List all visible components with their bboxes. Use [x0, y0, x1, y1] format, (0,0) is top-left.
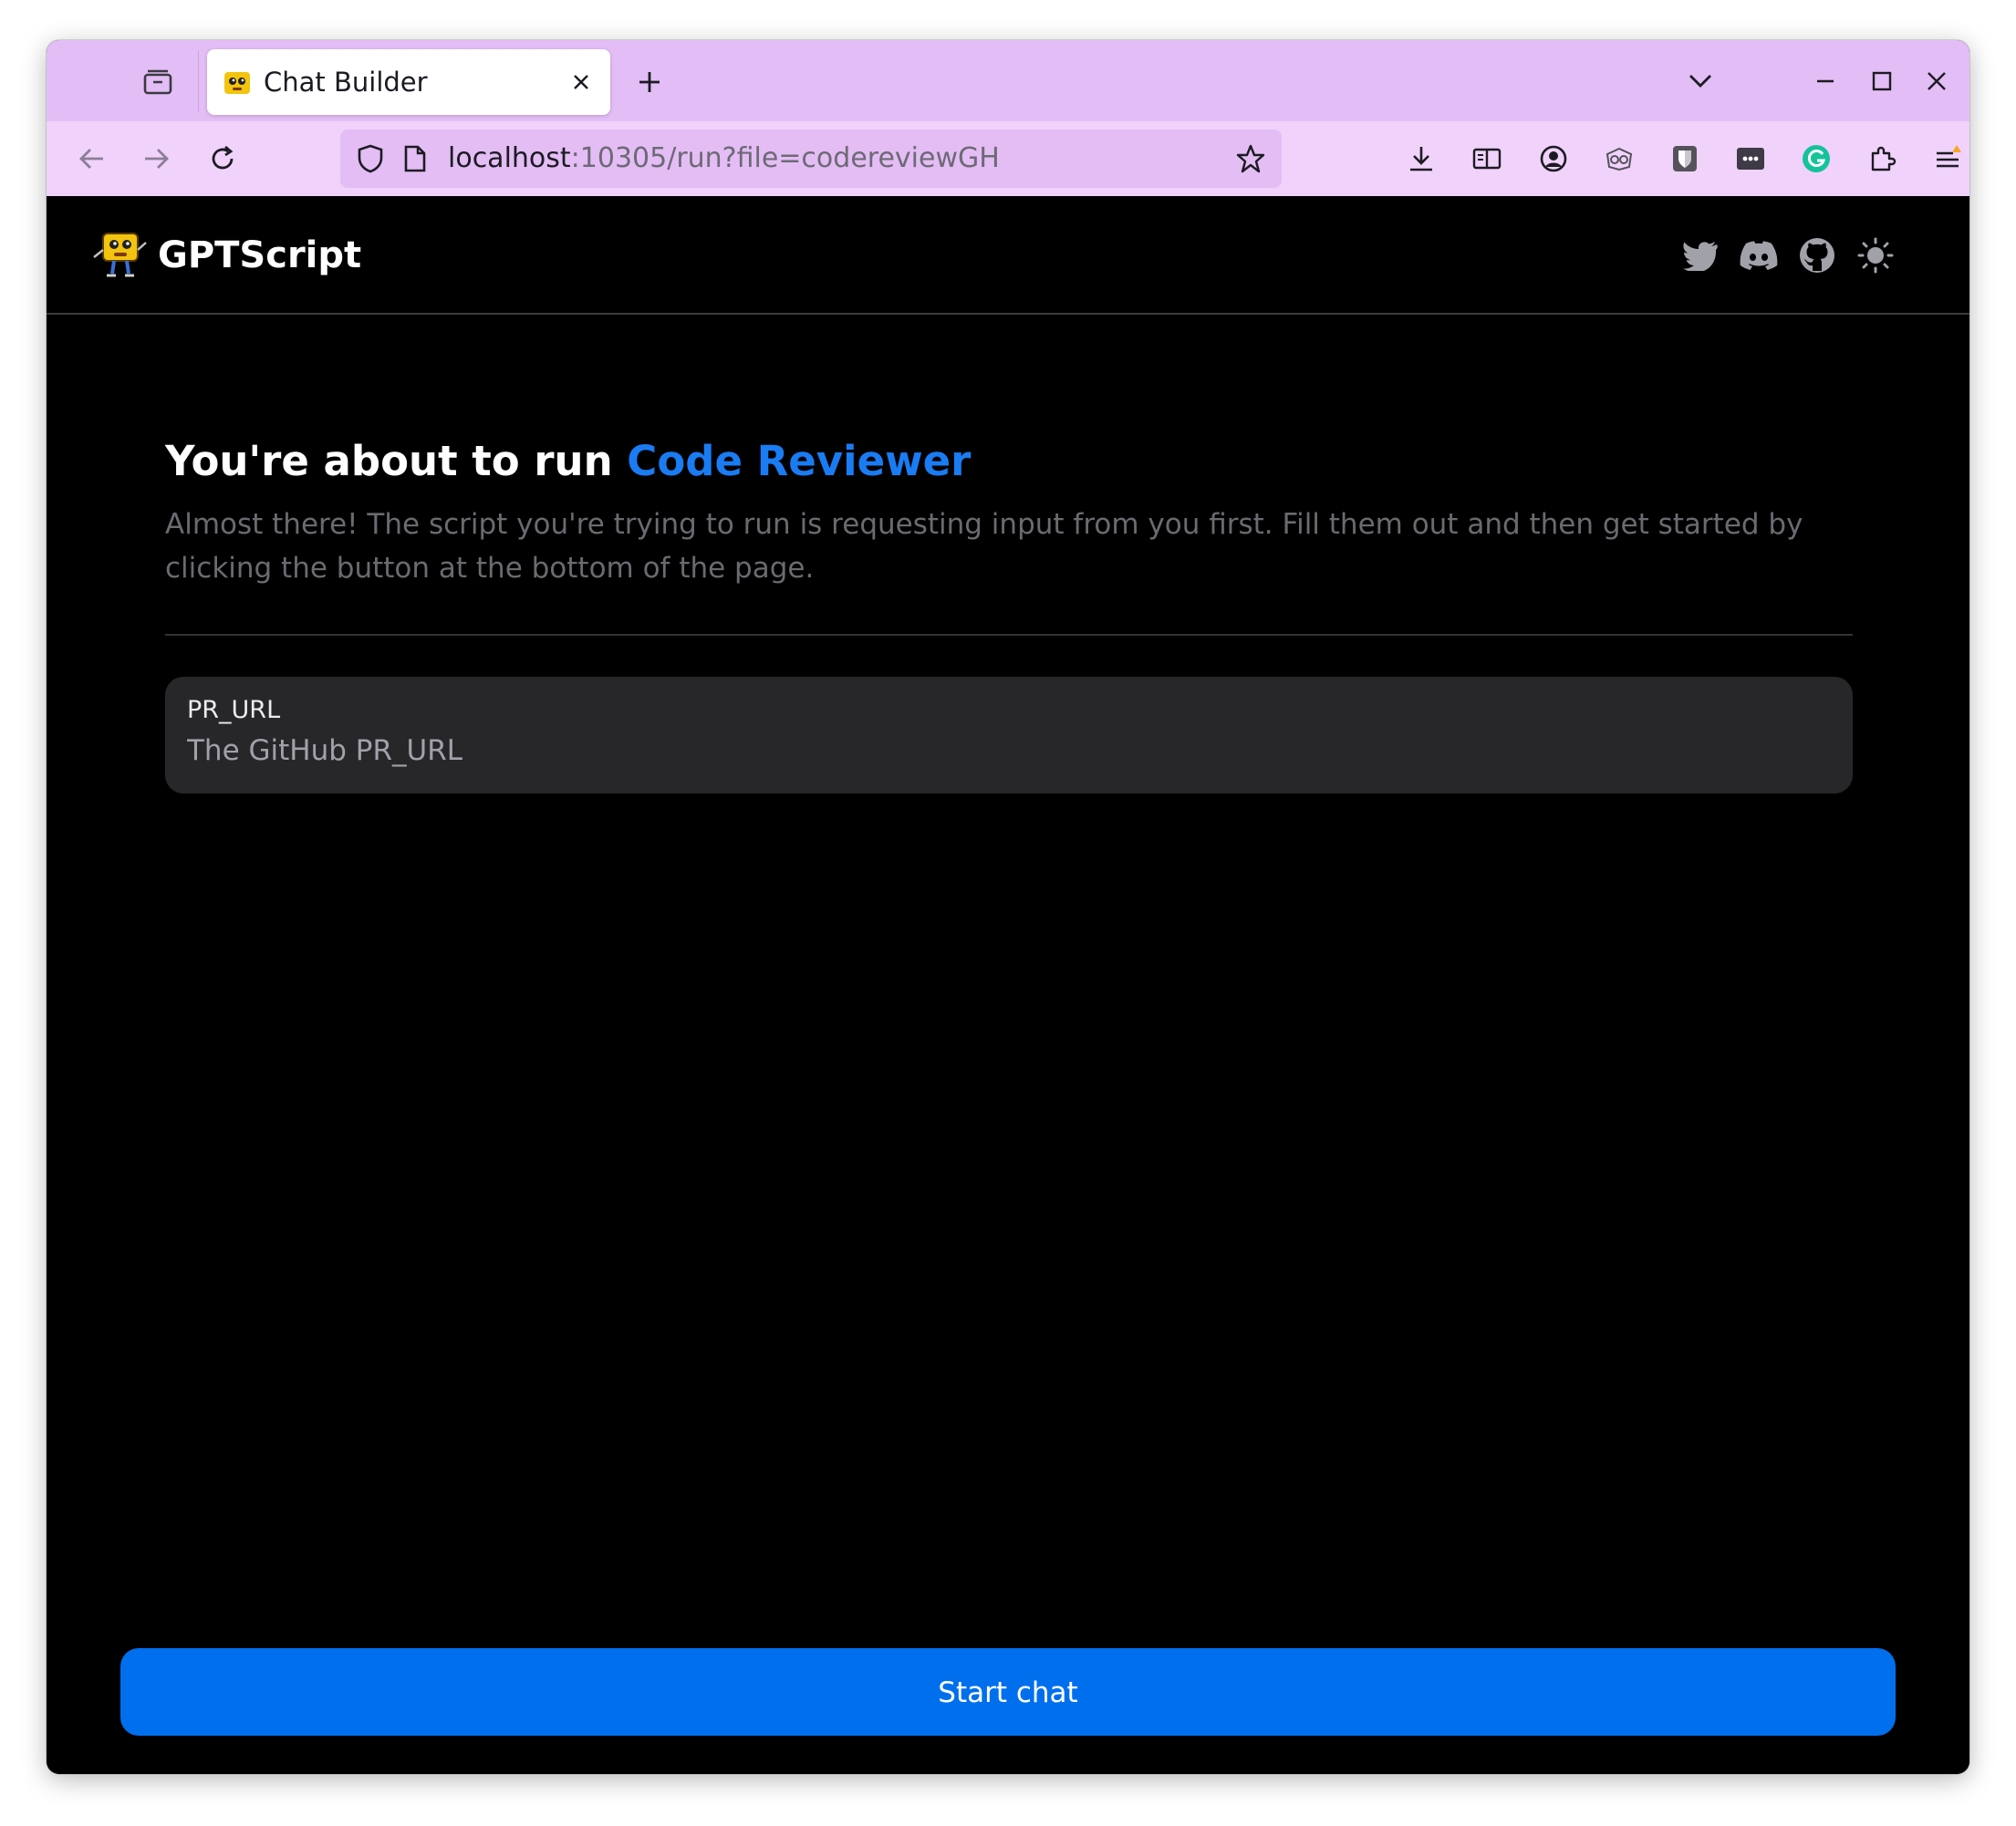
reader-view-icon[interactable]: [1464, 137, 1510, 181]
extensions-puzzle-icon[interactable]: [1859, 137, 1905, 181]
pr-url-input[interactable]: [187, 730, 1829, 772]
page-title: You're about to run Code Reviewer: [165, 435, 971, 488]
minimize-icon[interactable]: [1800, 60, 1851, 102]
chevron-down-icon[interactable]: [1678, 60, 1723, 102]
tracking-protection-shield-icon[interactable]: [351, 140, 390, 177]
brand-name[interactable]: GPTScript: [158, 233, 361, 278]
page-content: GPTScript You're about to run Code Revie…: [47, 196, 1969, 1774]
page-title-prefix: You're about to run: [165, 437, 628, 485]
password-dots-icon[interactable]: [1728, 137, 1773, 181]
tab-strip: Chat Builder: [47, 40, 1969, 121]
forward-arrow-icon[interactable]: [134, 137, 180, 181]
tool-name: Code Reviewer: [627, 437, 972, 485]
url-host: localhost: [448, 142, 571, 174]
gptscript-logo-icon[interactable]: [90, 230, 149, 279]
start-chat-button[interactable]: Start chat: [120, 1648, 1896, 1736]
url-path: :10305/run?file=codereviewGH: [570, 142, 1000, 174]
address-bar[interactable]: localhost:10305/run?file=codereviewGH: [340, 130, 1282, 188]
extension-glasses-icon[interactable]: [1596, 137, 1642, 181]
reload-icon[interactable]: [200, 137, 245, 181]
tab-close-icon[interactable]: [565, 66, 598, 99]
discord-icon[interactable]: [1738, 234, 1780, 276]
menu-hamburger-icon[interactable]: [1925, 137, 1969, 181]
gptscript-favicon-icon: [223, 69, 251, 97]
pr-url-label: PR_URL: [187, 696, 281, 724]
page-description: Almost there! The script you're trying t…: [165, 508, 1803, 585]
close-window-icon[interactable]: [1911, 60, 1962, 102]
new-tab-icon[interactable]: [627, 60, 672, 104]
pr-url-field[interactable]: PR_URL: [165, 677, 1853, 794]
twitter-icon[interactable]: [1679, 234, 1721, 276]
download-icon[interactable]: [1398, 137, 1444, 181]
bookmark-star-icon[interactable]: [1232, 140, 1269, 177]
navigation-bar: localhost:10305/run?file=codereviewGH: [47, 121, 1969, 197]
maximize-icon[interactable]: [1856, 60, 1907, 102]
theme-toggle-sun-icon[interactable]: [1855, 234, 1896, 276]
account-icon[interactable]: [1531, 137, 1576, 181]
github-icon[interactable]: [1796, 234, 1838, 276]
browser-window: Chat Builder localhost:10305/run?file=co…: [47, 40, 1969, 1774]
url-text[interactable]: localhost:10305/run?file=codereviewGH: [448, 141, 1000, 176]
site-header: GPTScript: [47, 196, 1969, 315]
back-arrow-icon[interactable]: [68, 137, 114, 181]
page-info-icon[interactable]: [399, 140, 431, 177]
bitwarden-shield-icon[interactable]: [1662, 137, 1708, 181]
divider: [165, 634, 1853, 636]
tab-chat-builder[interactable]: Chat Builder: [207, 49, 610, 115]
tab-separator: [198, 51, 199, 111]
grammarly-icon[interactable]: [1793, 137, 1839, 181]
tab-title: Chat Builder: [264, 67, 428, 98]
tab-list-icon[interactable]: [134, 62, 182, 102]
